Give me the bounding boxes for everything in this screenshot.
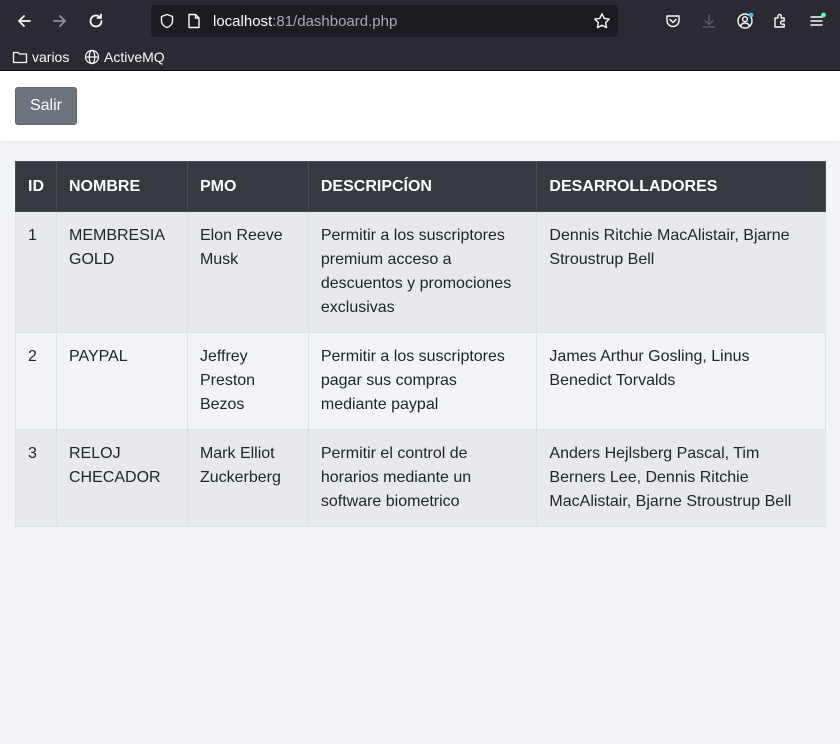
pocket-icon[interactable] <box>661 9 685 33</box>
cell-desarrolladores: Dennis Ritchie MacAlistair, Bjarne Strou… <box>536 211 826 333</box>
cell-descripcion: Permitir el control de horarios mediante… <box>307 429 538 527</box>
menu-icon[interactable] <box>805 9 829 33</box>
column-header-nombre: NOMBRE <box>56 161 188 212</box>
cell-id: 3 <box>15 429 57 527</box>
bookmark-activemq[interactable]: ActiveMQ <box>84 47 165 67</box>
star-icon[interactable] <box>593 12 611 35</box>
logout-button[interactable]: Salir <box>15 87 77 125</box>
cell-descripcion: Permitir a los suscriptores premium acce… <box>307 211 538 333</box>
folder-icon <box>12 51 28 64</box>
globe-icon <box>84 49 100 65</box>
column-header-pmo: PMO <box>186 161 309 212</box>
bookmarks-bar: varios ActiveMQ <box>0 42 840 71</box>
cell-desarrolladores: James Arthur Gosling, Linus Benedict Tor… <box>536 332 826 430</box>
shield-icon[interactable] <box>159 13 175 34</box>
cell-id: 2 <box>15 332 57 430</box>
column-header-descripcion: DESCRIPCÍON <box>307 161 538 212</box>
cell-id: 1 <box>15 211 57 333</box>
bookmark-label: varios <box>32 49 70 65</box>
cell-pmo: Mark Elliot Zuckerberg <box>186 429 309 527</box>
table-row: 3 RELOJ CHECADOR Mark Elliot Zuckerberg … <box>15 429 826 527</box>
forward-arrow-icon[interactable] <box>48 9 72 33</box>
download-icon[interactable] <box>697 9 721 33</box>
cell-nombre: MEMBRESIA GOLD <box>56 211 188 333</box>
reload-icon[interactable] <box>84 9 108 33</box>
extensions-icon[interactable] <box>769 9 793 33</box>
account-icon[interactable] <box>733 9 757 33</box>
cell-descripcion: Permitir a los suscriptores pagar sus co… <box>307 332 538 430</box>
back-arrow-icon[interactable] <box>12 9 36 33</box>
browser-toolbar: localhost:81/dashboard.php <box>0 0 840 42</box>
cell-nombre: RELOJ CHECADOR <box>56 429 188 527</box>
page-info-icon[interactable] <box>187 13 201 34</box>
cell-nombre: PAYPAL <box>56 332 188 430</box>
projects-table: ID NOMBRE PMO DESCRIPCÍON DESARROLLADORE… <box>15 161 826 527</box>
bookmark-folder-varios[interactable]: varios <box>12 47 69 67</box>
column-header-desarrolladores: DESARROLLADORES <box>536 161 826 212</box>
table-row: 1 MEMBRESIA GOLD Elon Reeve Musk Permiti… <box>15 211 826 333</box>
cell-pmo: Jeffrey Preston Bezos <box>186 332 309 430</box>
cell-pmo: Elon Reeve Musk <box>186 211 309 333</box>
bookmark-label: ActiveMQ <box>104 49 165 65</box>
cell-desarrolladores: Anders Hejlsberg Pascal, Tim Berners Lee… <box>536 429 826 527</box>
url-path: :81/dashboard.php <box>272 13 398 30</box>
url-text[interactable]: localhost:81/dashboard.php <box>213 13 397 30</box>
column-header-id: ID <box>15 161 57 212</box>
table-header-row: ID NOMBRE PMO DESCRIPCÍON DESARROLLADORE… <box>15 161 826 212</box>
url-host: localhost <box>213 13 273 30</box>
table-row: 2 PAYPAL Jeffrey Preston Bezos Permitir … <box>15 332 826 430</box>
page-header: Salir <box>0 71 840 141</box>
address-bar[interactable]: localhost:81/dashboard.php <box>151 5 618 37</box>
